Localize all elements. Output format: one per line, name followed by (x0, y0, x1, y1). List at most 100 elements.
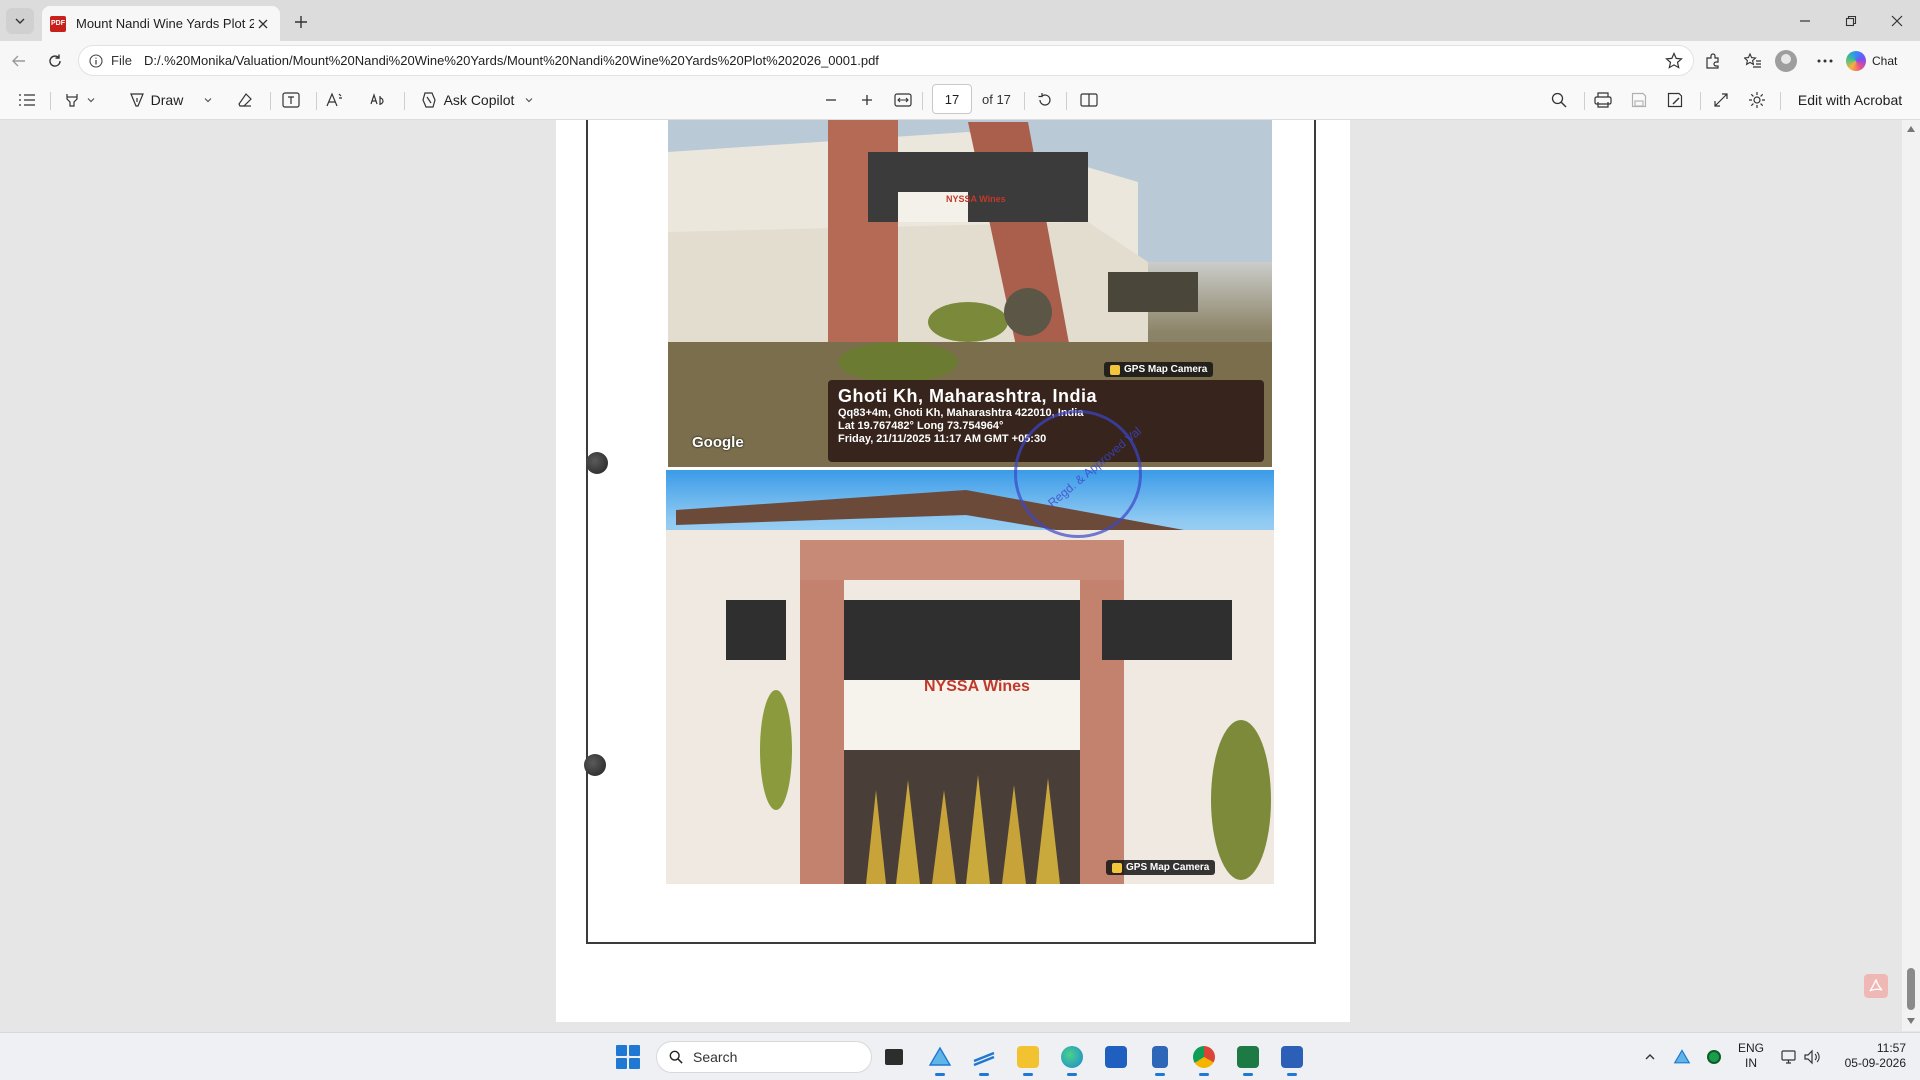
more-horizontal-icon (1817, 59, 1833, 63)
speaker-icon (1804, 1049, 1820, 1065)
taskbar-app-edge[interactable] (1056, 1041, 1088, 1076)
taskbar-search-box[interactable]: Search (656, 1041, 872, 1073)
scrollbar-thumb[interactable] (1907, 968, 1915, 1010)
punch-hole-mark (586, 452, 608, 474)
favorites-list-icon (1744, 52, 1761, 68)
address-bar[interactable]: File D:/.%20Monika/Valuation/Mount%20Nan… (78, 45, 1694, 76)
ask-copilot-button[interactable]: Ask Copilot (414, 87, 540, 113)
tab-close-button[interactable] (254, 15, 272, 33)
save-as-button[interactable] (1662, 87, 1688, 113)
plus-icon (862, 95, 872, 105)
draw-button[interactable]: Draw (126, 87, 216, 113)
toolbar-separator (316, 92, 317, 110)
gear-icon (1749, 92, 1765, 108)
erase-button[interactable] (232, 87, 258, 113)
pdf-toolbar: Draw Ask Copilot 17 of 17 Edit with Acro… (0, 80, 1920, 120)
zoom-in-button[interactable] (854, 87, 880, 113)
taskbar-app-store[interactable] (1100, 1041, 1132, 1073)
excel-icon (1237, 1046, 1259, 1068)
chevron-down-icon (87, 98, 95, 103)
windows-logo-tile (616, 1045, 627, 1056)
taskbar-app-word[interactable] (1276, 1041, 1308, 1076)
read-aloud-button[interactable] (322, 87, 348, 113)
back-button[interactable] (6, 48, 32, 74)
taskbar-app-drive[interactable] (924, 1041, 956, 1076)
url-text[interactable]: D:/.%20Monika/Valuation/Mount%20Nandi%20… (144, 53, 1665, 68)
copilot-outline-icon (421, 92, 436, 108)
profile-avatar[interactable] (1775, 50, 1797, 72)
tab-active-pdf[interactable]: PDF Mount Nandi Wine Yards Plot 2026 (42, 6, 280, 41)
taskbar-app-excel[interactable] (1232, 1041, 1264, 1076)
rotate-icon (1038, 93, 1051, 106)
settings-button[interactable] (1744, 87, 1770, 113)
fit-width-icon (894, 93, 912, 107)
toolbar-separator (1066, 92, 1067, 110)
tray-app-status[interactable] (1702, 1045, 1726, 1069)
find-button[interactable] (1546, 87, 1572, 113)
tab-title: Mount Nandi Wine Yards Plot 2026 (76, 16, 254, 31)
system-clock[interactable]: 11:57 05-09-2026 (1836, 1041, 1906, 1071)
acrobat-icon[interactable] (1864, 974, 1888, 998)
read-aloud-icon (326, 92, 342, 107)
add-text-button[interactable] (278, 87, 304, 113)
info-icon[interactable] (89, 53, 103, 68)
volume-button[interactable] (1800, 1045, 1824, 1069)
refresh-button[interactable] (42, 48, 68, 74)
taskbar-app-task-view[interactable] (878, 1041, 910, 1073)
close-window-button[interactable] (1874, 0, 1920, 41)
status-dot-icon (1707, 1050, 1721, 1064)
taskbar-app-calculator[interactable] (1144, 1041, 1176, 1076)
task-view-icon (885, 1049, 903, 1065)
pen-icon (129, 93, 144, 107)
edit-with-acrobat-label: Edit with Acrobat (1797, 92, 1903, 108)
gps-pin-icon (1112, 862, 1122, 873)
favorites-button[interactable] (1740, 48, 1766, 74)
gps-tag-label: GPS Map Camera (1124, 364, 1208, 375)
full-screen-button[interactable] (1708, 87, 1734, 113)
page-number-input[interactable]: 17 (932, 84, 972, 114)
tray-app-drive[interactable] (1670, 1045, 1694, 1069)
network-button[interactable] (1778, 1045, 1802, 1069)
navigation-bar: File D:/.%20Monika/Valuation/Mount%20Nan… (0, 41, 1920, 80)
contents-button[interactable] (14, 87, 40, 113)
zoom-out-button[interactable] (818, 87, 844, 113)
taskbar-app-file-explorer[interactable] (1012, 1041, 1044, 1076)
more-options-button[interactable] (1812, 48, 1838, 74)
edge-icon (1061, 1046, 1083, 1068)
extensions-button[interactable] (1700, 48, 1726, 74)
tab-actions-menu-button[interactable] (6, 8, 34, 34)
gps-location-title: Ghoti Kh, Maharashtra, India (838, 386, 1098, 406)
scroll-down-arrow[interactable] (1907, 1018, 1915, 1024)
plus-icon (295, 16, 307, 28)
copilot-chat-button[interactable]: Chat (1846, 48, 1897, 74)
taskbar-search-label: Search (693, 1049, 738, 1065)
taskbar-app-chrome[interactable] (1188, 1041, 1220, 1076)
restore-button[interactable] (1828, 0, 1874, 41)
input-language-indicator[interactable]: ENG IN (1738, 1041, 1764, 1071)
show-hidden-icons-button[interactable] (1640, 1045, 1660, 1069)
pdf-viewer[interactable]: NYSSA Wines GPS Map Camera Ghoti Kh, Mah… (0, 120, 1920, 1031)
start-button[interactable] (616, 1045, 640, 1069)
language-code: ENG (1738, 1041, 1765, 1055)
rotate-button[interactable] (1032, 87, 1058, 113)
eraser-icon (238, 93, 252, 107)
taskbar-app-tool[interactable] (968, 1041, 1000, 1076)
gps-map-camera-tag: GPS Map Camera (1104, 362, 1214, 377)
close-icon (258, 19, 268, 28)
text-box-icon (282, 92, 300, 108)
site-photo-top: NYSSA Wines GPS Map Camera Ghoti Kh, Mah… (668, 120, 1272, 467)
new-tab-button[interactable] (288, 9, 314, 35)
fit-to-width-button[interactable] (890, 87, 916, 113)
vertical-scrollbar[interactable] (1902, 120, 1920, 1031)
print-button[interactable] (1590, 87, 1616, 113)
chevron-down-icon (525, 98, 533, 103)
edit-with-acrobat-button[interactable]: Edit with Acrobat (1792, 87, 1908, 113)
page-view-button[interactable] (1076, 87, 1102, 113)
highlight-button[interactable] (58, 87, 102, 113)
minimize-button[interactable] (1782, 0, 1828, 41)
scroll-up-arrow[interactable] (1907, 126, 1915, 132)
chevron-down-icon (15, 18, 25, 24)
favorite-star-icon[interactable] (1665, 51, 1683, 70)
save-button[interactable] (1626, 87, 1652, 113)
translate-button[interactable] (366, 87, 392, 113)
